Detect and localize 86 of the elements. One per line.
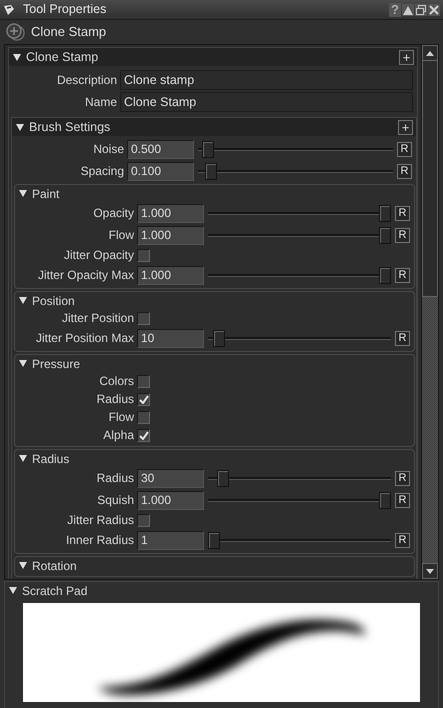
collapse-icon[interactable] [402, 4, 414, 16]
group-title: Rotation [32, 558, 77, 574]
field-label: Radius [96, 470, 134, 487]
value-field[interactable]: 1.000 [137, 490, 204, 510]
scratch-canvas[interactable] [23, 603, 420, 702]
section-title: Brush Settings [29, 118, 110, 136]
reset-button[interactable]: R [395, 268, 410, 282]
up-arrow-icon [426, 50, 434, 56]
scroll-thumb[interactable] [422, 61, 438, 297]
value-field[interactable]: 0.100 [127, 162, 194, 180]
caret-icon[interactable] [19, 360, 27, 367]
panel-title: Clone Stamp [26, 48, 98, 66]
tool-name: Clone Stamp [31, 22, 106, 41]
window-title: Tool Properties [23, 1, 106, 18]
value-field[interactable]: 1.000 [137, 266, 204, 284]
close-icon[interactable] [428, 4, 440, 16]
down-arrow-icon [426, 568, 434, 574]
field-label: Inner Radius [64, 532, 134, 549]
group-title: Position [32, 292, 75, 310]
caret-icon[interactable] [9, 587, 17, 594]
field-label: Jitter Opacity [62, 247, 134, 264]
checkbox[interactable] [137, 374, 150, 388]
scrollbar-track[interactable] [421, 45, 438, 579]
slider-thumb[interactable] [379, 226, 391, 244]
checkbox[interactable] [137, 514, 150, 526]
value-field[interactable]: 30 [137, 468, 204, 488]
field-label: Squish [96, 492, 134, 509]
field-label: Jitter Position Max [34, 330, 134, 347]
caret-icon[interactable] [19, 190, 27, 197]
reset-button[interactable]: R [397, 164, 412, 178]
reset-button[interactable]: R [395, 492, 410, 508]
reset-button[interactable]: R [395, 228, 410, 242]
value-field[interactable]: 1.000 [137, 226, 204, 244]
reset-button[interactable]: R [395, 206, 410, 220]
checkbox[interactable] [137, 428, 150, 442]
field-label: Opacity [92, 205, 134, 222]
caret-icon[interactable] [19, 455, 27, 462]
scroll-down-button[interactable] [422, 563, 438, 579]
text-field[interactable]: Clone stamp [120, 70, 413, 90]
window-icon [3, 4, 15, 16]
scratch-pad-title: Scratch Pad [22, 582, 88, 600]
field-label: Jitter Opacity Max [36, 267, 134, 284]
group-title: Pressure [32, 356, 80, 372]
field-label: Flow [108, 409, 134, 426]
reset-button[interactable]: R [395, 532, 410, 548]
field-label: Name [84, 94, 117, 111]
add-button[interactable]: + [398, 120, 413, 134]
caret-icon[interactable] [13, 54, 21, 60]
field-label: Alpha [102, 427, 134, 444]
field-label: Noise [92, 141, 124, 158]
text-field[interactable]: Clone Stamp [120, 92, 413, 112]
field-label: Colors [98, 373, 134, 390]
field-label: Radius [96, 391, 134, 408]
reset-button[interactable]: R [397, 142, 412, 156]
value-field[interactable]: 1 [137, 530, 204, 550]
field-label: Jitter Radius [66, 512, 134, 529]
slider-thumb[interactable] [216, 470, 229, 486]
field-label: Flow [108, 227, 134, 244]
caret-icon[interactable] [19, 297, 27, 304]
slider-thumb[interactable] [202, 140, 214, 158]
add-button[interactable]: + [399, 50, 414, 64]
scroll-up-button[interactable] [422, 45, 438, 61]
stamp-icon [6, 22, 26, 40]
checkbox[interactable] [137, 392, 150, 406]
restore-icon[interactable] [415, 4, 427, 16]
field-label: Description [56, 72, 117, 89]
caret-icon[interactable] [19, 562, 27, 569]
value-field[interactable]: 10 [137, 328, 204, 348]
group-title: Radius [32, 450, 70, 468]
field-label: Jitter Position [60, 310, 134, 327]
slider-thumb[interactable] [379, 266, 391, 284]
slider-thumb[interactable] [379, 492, 391, 508]
slider-thumb[interactable] [213, 330, 226, 346]
value-field[interactable]: 1.000 [137, 204, 204, 222]
checkbox[interactable] [137, 312, 150, 324]
slider-thumb[interactable] [205, 162, 218, 180]
value-field[interactable]: 0.500 [127, 140, 194, 158]
group-title: Paint [32, 186, 60, 202]
slider-thumb[interactable] [208, 532, 220, 548]
checkbox[interactable] [137, 248, 150, 262]
field-label: Spacing [80, 163, 124, 180]
slider-thumb[interactable] [379, 204, 391, 222]
reset-button[interactable]: R [395, 470, 410, 486]
caret-icon[interactable] [16, 124, 24, 130]
checkbox[interactable] [137, 410, 150, 424]
reset-button[interactable]: R [395, 330, 410, 346]
